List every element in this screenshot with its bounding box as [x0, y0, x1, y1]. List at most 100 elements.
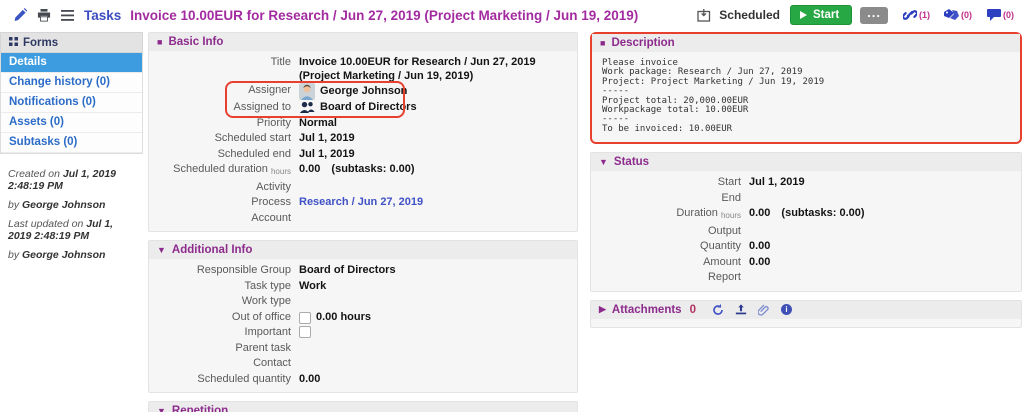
description-title: Description: [611, 37, 675, 49]
upload-icon[interactable]: [735, 304, 747, 316]
assigner-avatar: [299, 83, 315, 100]
start-button[interactable]: Start: [789, 5, 853, 25]
account-label: Account: [251, 211, 291, 224]
more-button[interactable]: ...: [860, 6, 888, 24]
links-counter[interactable]: (1): [902, 8, 930, 23]
priority-label: Priority: [256, 116, 291, 129]
comments-counter[interactable]: (0): [986, 8, 1014, 23]
menu-icon[interactable]: [60, 8, 75, 23]
attachments-title: Attachments: [611, 303, 682, 316]
quantity-label: Quantity: [700, 240, 741, 253]
sidebar-item-details[interactable]: Details: [1, 53, 142, 73]
created-by-label: by: [8, 199, 20, 211]
description-text: Please invoice Work package: Research / …: [592, 52, 1020, 142]
attachments-section: ▶ Attachments 0 i: [590, 299, 1022, 328]
duration-subtasks: (subtasks: 0.00): [781, 207, 865, 220]
important-label: Important: [244, 326, 291, 338]
print-icon[interactable]: [36, 8, 51, 23]
field-row-account: Account: [149, 211, 577, 227]
duration-value: 0.00: [749, 207, 771, 220]
status-section: ▼ Status Start Jul 1, 2019 End Duration …: [590, 152, 1022, 292]
start-label: Start: [717, 176, 741, 189]
field-row-responsible-group: Responsible Group Board of Directors: [149, 263, 577, 279]
field-row-parent-task: Parent task: [149, 341, 577, 357]
breadcrumb-tasks-link[interactable]: Tasks: [84, 8, 121, 23]
field-row-contact: Contact: [149, 356, 577, 372]
tags-icon: [944, 8, 959, 23]
group-icon: [299, 101, 315, 114]
paperclip-icon[interactable]: [757, 304, 770, 316]
report-label: Report: [707, 271, 741, 284]
sidebar-item-subtasks[interactable]: Subtasks (0): [1, 133, 142, 153]
sidebar-item-assets[interactable]: Assets (0): [1, 113, 142, 133]
task-type-value: Work: [299, 279, 327, 292]
scheduled-end-value: Jul 1, 2019: [299, 147, 355, 160]
collapse-expanded-icon: ▼: [157, 406, 166, 412]
status-header[interactable]: ▼ Status: [591, 153, 1021, 172]
status-title: Status: [613, 156, 650, 169]
scheduled-duration-value: 0.00: [299, 163, 321, 175]
amount-label: Amount: [703, 255, 741, 268]
attachments-body: [591, 319, 1021, 327]
start-value: Jul 1, 2019: [749, 176, 805, 189]
field-row-amount: Amount 0.00: [591, 255, 1021, 271]
field-row-work-type: Work type: [149, 294, 577, 310]
tags-counter[interactable]: (0): [944, 8, 972, 23]
refresh-icon[interactable]: [712, 303, 724, 316]
field-row-assigned-to: Assigned to Board of Directors: [149, 100, 577, 116]
description-line: To be invoiced: 10.00EUR: [602, 123, 733, 134]
play-icon: [799, 11, 807, 19]
basic-info-header[interactable]: ■ Basic Info: [149, 33, 577, 51]
basic-info-title: Basic Info: [168, 36, 224, 48]
work-type-label: Work type: [241, 295, 291, 307]
section-square-icon: ■: [157, 37, 163, 47]
scheduled-duration-label: Scheduled duration: [173, 163, 268, 175]
repetition-section: ▼ Repetition There is no repetition plan…: [148, 401, 578, 412]
field-row-quantity: Quantity 0.00: [591, 239, 1021, 255]
page-title: Invoice 10.00EUR for Research / Jun 27, …: [130, 7, 639, 23]
record-meta: Created on Jul 1, 2019 2:48:19 PM by Geo…: [0, 168, 143, 261]
attachments-header[interactable]: ▶ Attachments 0 i: [591, 300, 1021, 319]
comment-icon: [986, 8, 1001, 23]
field-row-assigner: Assigner George Johnson: [149, 83, 577, 100]
scheduled-duration-unit: hours: [270, 167, 291, 176]
process-link[interactable]: Research / Jun 27, 2019: [299, 195, 423, 211]
top-toolbar: Tasks Invoice 10.00EUR for Research / Ju…: [0, 0, 1024, 30]
description-header[interactable]: ■ Description: [592, 34, 1020, 52]
assigned-to-label: Assigned to: [233, 101, 291, 113]
comments-count: (0): [1003, 10, 1014, 20]
updated-by-value: George Johnson: [22, 249, 106, 261]
field-row-priority: Priority Normal: [149, 116, 577, 132]
basic-info-section: ■ Basic Info Title Invoice 10.00EUR for …: [148, 32, 578, 232]
right-column: ■ Description Please invoice Work packag…: [590, 32, 1022, 336]
assignment-highlight-group: Assigner George Johnson Assigned to Boar…: [149, 81, 577, 118]
collapse-expanded-icon: ▼: [599, 157, 608, 168]
sidebar-forms-header: Forms: [0, 32, 143, 53]
output-label: Output: [707, 224, 741, 237]
top-actions: Scheduled Start ... (1) (0) (0): [696, 5, 1014, 25]
additional-info-header[interactable]: ▼ Additional Info: [149, 241, 577, 259]
sidebar-item-notifications[interactable]: Notifications (0): [1, 93, 142, 113]
scheduled-quantity-label: Scheduled quantity: [197, 372, 291, 385]
field-row-report: Report: [591, 270, 1021, 286]
important-checkbox[interactable]: [299, 326, 311, 338]
field-row-scheduled-quantity: Scheduled quantity 0.00: [149, 372, 577, 388]
field-row-start: Start Jul 1, 2019: [591, 175, 1021, 191]
edit-icon[interactable]: [12, 8, 27, 23]
scheduled-duration-subtasks: (subtasks: 0.00): [331, 163, 415, 175]
field-row-scheduled-start: Scheduled start Jul 1, 2019: [149, 131, 577, 147]
sidebar-item-change-history[interactable]: Change history (0): [1, 73, 142, 93]
updated-by-label: by: [8, 249, 20, 261]
repetition-title: Repetition: [171, 405, 229, 412]
out-of-office-checkbox[interactable]: [299, 311, 311, 324]
info-icon[interactable]: i: [780, 304, 792, 316]
repetition-header[interactable]: ▼ Repetition: [149, 402, 577, 412]
title-value: Invoice 10.00EUR for Research / Jun 27, …: [299, 56, 536, 82]
priority-value: Normal: [299, 116, 337, 129]
section-square-icon: ■: [600, 38, 606, 48]
created-by-value: George Johnson: [22, 199, 106, 211]
assigner-value: George Johnson: [320, 84, 408, 97]
status-label: Scheduled: [719, 8, 780, 22]
scheduled-status-icon: [696, 8, 711, 23]
assigned-to-value: Board of Directors: [320, 101, 417, 113]
